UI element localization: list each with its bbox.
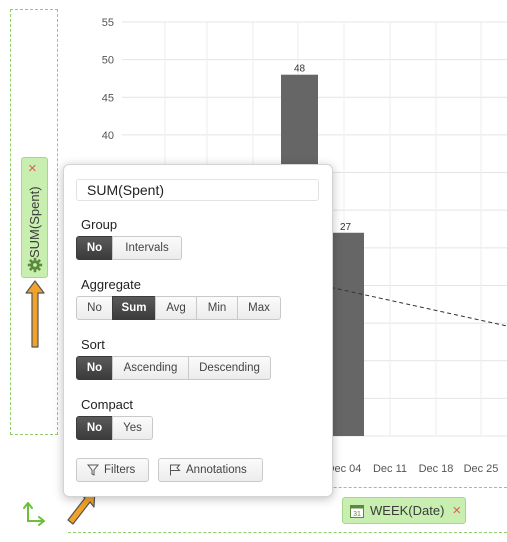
x-field-pill[interactable]: 31 WEEK(Date) × <box>342 497 466 524</box>
group-label: Group <box>81 217 118 232</box>
x-tick-label: Dec 18 <box>419 463 454 475</box>
y-tick-label: 45 <box>102 92 114 104</box>
group-intervals-button[interactable]: Intervals <box>112 236 182 260</box>
flag-icon <box>170 464 181 476</box>
aggregate-no-button[interactable]: No <box>76 296 113 320</box>
aggregate-label: Aggregate <box>81 277 141 292</box>
svg-text:31: 31 <box>353 511 361 518</box>
sort-label: Sort <box>81 337 105 352</box>
sort-no-button[interactable]: No <box>76 356 113 380</box>
aggregate-sum-button[interactable]: Sum <box>112 296 156 320</box>
y-tick-label: 40 <box>102 130 114 142</box>
compact-yes-button[interactable]: Yes <box>112 416 153 440</box>
sort-descending-button[interactable]: Descending <box>188 356 271 380</box>
sort-toggle: No Ascending Descending <box>76 356 271 380</box>
y-tick-label: 55 <box>102 17 114 29</box>
filters-button[interactable]: Filters <box>76 458 149 482</box>
field-name-input[interactable]: SUM(Spent) <box>76 179 319 201</box>
swap-axes-icon[interactable] <box>22 500 48 526</box>
aggregate-min-button[interactable]: Min <box>196 296 238 320</box>
compact-toggle: No Yes <box>76 416 153 440</box>
group-no-button[interactable]: No <box>76 236 113 260</box>
calendar-icon: 31 <box>350 504 364 518</box>
filters-label: Filters <box>104 464 136 476</box>
field-settings-popup: SUM(Spent) Group No Intervals Aggregate … <box>63 164 333 497</box>
compact-label: Compact <box>81 397 134 412</box>
funnel-icon <box>87 464 99 476</box>
x-tick-label: Dec 11 <box>373 463 407 475</box>
compact-no-button[interactable]: No <box>76 416 113 440</box>
x-tick-label: Dec 25 <box>464 463 499 475</box>
aggregate-toggle: No Sum Avg Min Max <box>76 296 281 320</box>
sort-ascending-button[interactable]: Ascending <box>112 356 189 380</box>
x-field-label: WEEK(Date) <box>370 503 445 518</box>
annotations-label: Annotations <box>186 464 247 476</box>
bar-data-label: 27 <box>340 222 352 233</box>
annotations-button[interactable]: Annotations <box>158 458 263 482</box>
bar-data-label: 48 <box>294 64 306 75</box>
group-toggle: No Intervals <box>76 236 182 260</box>
y-tick-label: 50 <box>102 55 114 67</box>
aggregate-avg-button[interactable]: Avg <box>155 296 197 320</box>
remove-x-field-icon[interactable]: × <box>452 502 461 519</box>
aggregate-max-button[interactable]: Max <box>237 296 281 320</box>
